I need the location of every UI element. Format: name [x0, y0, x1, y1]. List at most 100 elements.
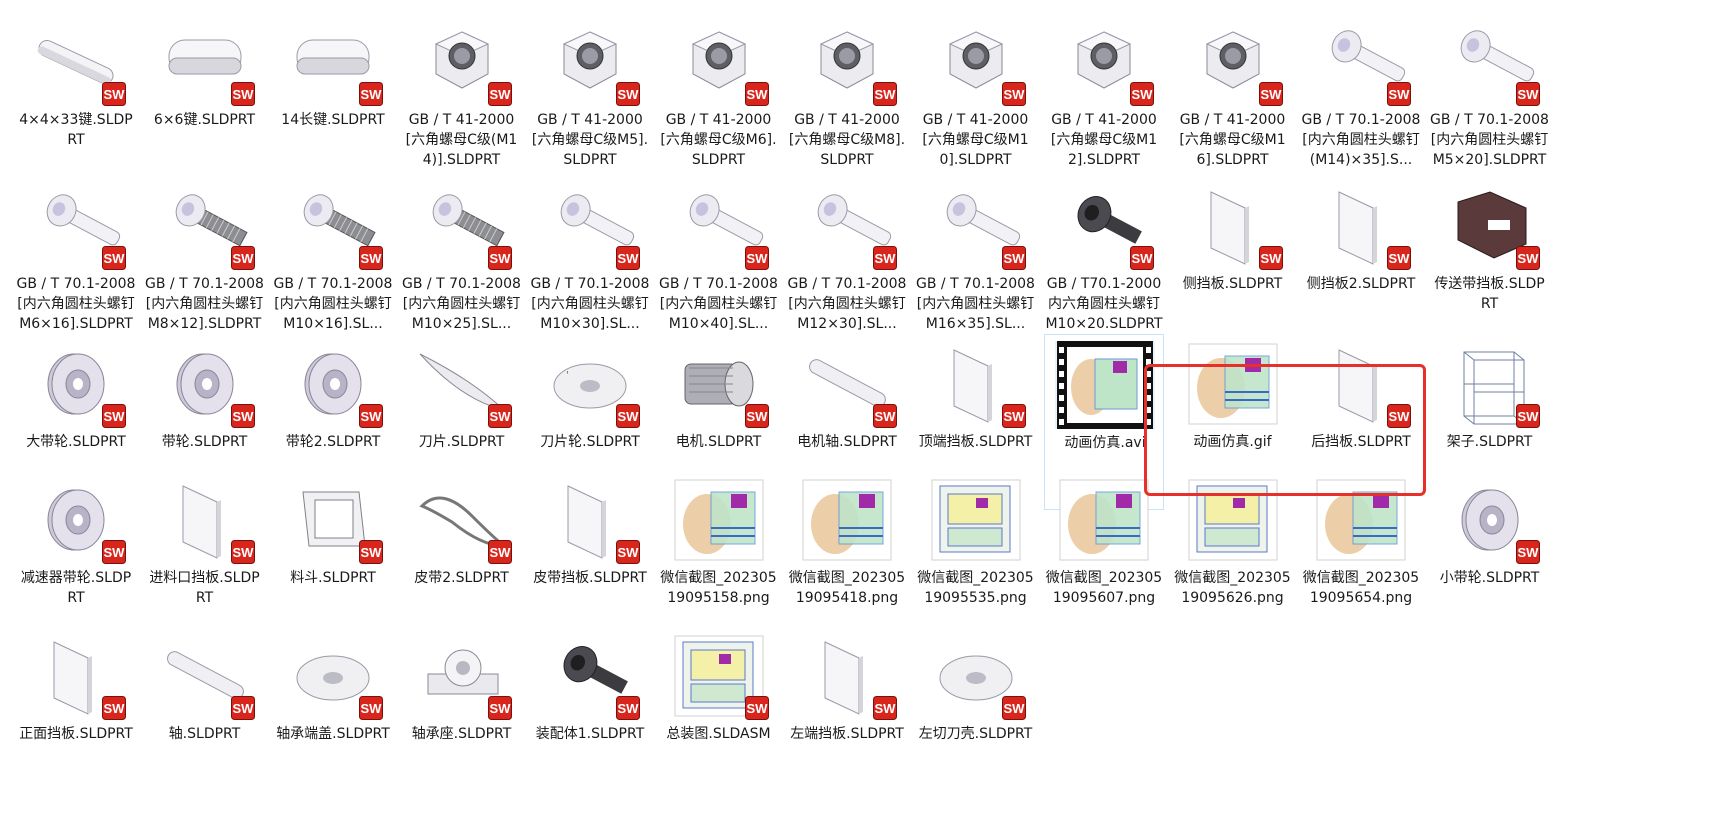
file-item[interactable]: 微信截图_20230519095535.png: [916, 470, 1036, 646]
file-thumbnail: SW: [155, 476, 255, 564]
svg-text:SW: SW: [618, 251, 640, 266]
file-item[interactable]: SW 4×4×33键.SLDPRT: [16, 12, 136, 188]
solidworks-badge-icon: SW: [487, 696, 512, 720]
solidworks-badge-icon: SW: [1001, 246, 1026, 270]
file-item[interactable]: 微信截图_20230519095607.png: [1044, 470, 1164, 646]
file-thumbnail: SW: [1440, 476, 1540, 564]
file-item[interactable]: SW 减速器带轮.SLDPRT: [16, 470, 136, 646]
file-name: GB / T 41-2000[六角螺母C级M12].SLDPRT: [1050, 112, 1158, 168]
file-item[interactable]: 微信截图_20230519095654.png: [1301, 470, 1421, 646]
file-item[interactable]: SW GB / T 70.1-2008[内六角圆柱头螺钉(M14)×35].S.…: [1301, 12, 1421, 188]
file-name: GB / T70.1-2000内六角圆柱头螺钉M10×20.SLDPRT: [1045, 276, 1163, 332]
file-thumbnail: SW: [412, 476, 512, 564]
file-item[interactable]: SW GB / T 70.1-2008[内六角圆柱头螺钉M8×12].SLDPR…: [145, 176, 265, 352]
file-item[interactable]: SW GB / T 41-2000[六角螺母C级(M14)].SLDPRT: [402, 12, 522, 188]
file-thumbnail: SW: [540, 18, 640, 106]
file-thumbnail: SW: [283, 182, 383, 270]
file-item[interactable]: SW 侧挡板2.SLDPRT: [1301, 176, 1421, 352]
file-item[interactable]: SW 侧挡板.SLDPRT: [1173, 176, 1293, 352]
file-name: 动画仿真.avi: [1064, 435, 1146, 451]
file-item[interactable]: SW GB / T 70.1-2008[内六角圆柱头螺钉M10×30].SL..…: [530, 176, 650, 352]
file-item[interactable]: SW 皮带挡板.SLDPRT: [530, 470, 650, 646]
svg-text:SW: SW: [104, 251, 126, 266]
file-thumbnail: SW: [412, 632, 512, 720]
file-thumbnail: SW: [1183, 18, 1283, 106]
file-name: 侧挡板2.SLDPRT: [1306, 276, 1416, 292]
file-thumbnail: [1311, 476, 1411, 564]
file-item[interactable]: SW GB / T 70.1-2008[内六角圆柱头螺钉M6×16].SLDPR…: [16, 176, 136, 352]
file-name: 14长键.SLDPRT: [281, 112, 385, 128]
solidworks-badge-icon: SW: [230, 246, 255, 270]
file-item[interactable]: SW 左切刀壳.SLDPRT: [916, 626, 1036, 802]
file-item[interactable]: SW 传送带挡板.SLDPRT: [1430, 176, 1550, 352]
file-item[interactable]: SW GB / T 70.1-2008[内六角圆柱头螺钉M12×30].SL..…: [787, 176, 907, 352]
file-name: 带轮2.SLDPRT: [285, 434, 381, 450]
file-item[interactable]: SW GB / T 70.1-2008[内六角圆柱头螺钉M16×35].SL..…: [916, 176, 1036, 352]
file-item[interactable]: SW 料斗.SLDPRT: [273, 470, 393, 646]
file-item[interactable]: SW 14长键.SLDPRT: [273, 12, 393, 188]
file-item[interactable]: 微信截图_20230519095158.png: [659, 470, 779, 646]
svg-text:SW: SW: [1132, 251, 1154, 266]
file-thumbnail: SW: [540, 340, 640, 428]
file-item[interactable]: SW 小带轮.SLDPRT: [1430, 470, 1550, 646]
file-item[interactable]: SW GB / T 70.1-2008[内六角圆柱头螺钉M10×40].SL..…: [659, 176, 779, 352]
file-thumbnail: SW: [540, 632, 640, 720]
file-item[interactable]: SW GB / T 41-2000[六角螺母C级M12].SLDPRT: [1044, 12, 1164, 188]
file-item[interactable]: SW GB / T70.1-2000内六角圆柱头螺钉M10×20.SLDPRT: [1044, 176, 1164, 352]
file-thumbnail: SW: [412, 18, 512, 106]
file-item[interactable]: 微信截图_20230519095626.png: [1173, 470, 1293, 646]
file-thumbnail: SW: [540, 182, 640, 270]
file-item[interactable]: SW GB / T 70.1-2008[内六角圆柱头螺钉M10×25].SL..…: [402, 176, 522, 352]
file-item[interactable]: SW GB / T 70.1-2008[内六角圆柱头螺钉M10×16].SL..…: [273, 176, 393, 352]
solidworks-badge-icon: SW: [1001, 82, 1026, 106]
file-thumbnail: SW: [1311, 18, 1411, 106]
file-item[interactable]: SW 轴承座.SLDPRT: [402, 626, 522, 802]
file-item[interactable]: SW 进料口挡板.SLDPRT: [145, 470, 265, 646]
file-item[interactable]: SW GB / T 41-2000[六角螺母C级M8].SLDPRT: [787, 12, 907, 188]
solidworks-badge-icon: SW: [487, 540, 512, 564]
solidworks-badge-icon: SW: [102, 404, 126, 428]
file-name: 左端挡板.SLDPRT: [790, 726, 904, 742]
svg-text:SW: SW: [746, 87, 768, 102]
file-item[interactable]: SW GB / T 70.1-2008[内六角圆柱头螺钉M5×20].SLDPR…: [1430, 12, 1550, 188]
file-item[interactable]: SW 轴.SLDPRT: [145, 626, 265, 802]
file-item[interactable]: 微信截图_20230519095418.png: [787, 470, 907, 646]
solidworks-badge-icon: SW: [1258, 246, 1283, 270]
file-item[interactable]: SW GB / T 41-2000[六角螺母C级M10].SLDPRT: [916, 12, 1036, 188]
file-item[interactable]: SW GB / T 41-2000[六角螺母C级M6].SLDPRT: [659, 12, 779, 188]
solidworks-badge-icon: SW: [616, 82, 640, 106]
solidworks-badge-icon: SW: [359, 540, 383, 564]
file-name: 左切刀壳.SLDPRT: [918, 726, 1033, 742]
file-item[interactable]: SW 装配体1.SLDPRT: [530, 626, 650, 802]
file-item[interactable]: SW 左端挡板.SLDPRT: [787, 626, 907, 802]
svg-text:SW: SW: [1003, 251, 1025, 266]
file-thumbnail: SW: [283, 476, 383, 564]
file-item[interactable]: SW 总装图.SLDASM: [659, 626, 779, 802]
svg-text:SW: SW: [1517, 545, 1539, 560]
file-name: 总装图.SLDASM: [666, 726, 771, 742]
file-thumbnail: SW: [155, 182, 255, 270]
file-item[interactable]: SW GB / T 41-2000[六角螺母C级M5].SLDPRT: [530, 12, 650, 188]
file-item[interactable]: SW 6×6键.SLDPRT: [145, 12, 265, 188]
file-name: 轴.SLDPRT: [168, 726, 241, 742]
file-name: GB / T 41-2000[六角螺母C级M10].SLDPRT: [922, 112, 1029, 168]
file-item[interactable]: SW 皮带2.SLDPRT: [402, 470, 522, 646]
file-name: GB / T 70.1-2008[内六角圆柱头螺钉M10×30].SL...: [530, 276, 650, 332]
file-thumbnail: [669, 476, 769, 564]
file-thumbnail: SW: [1054, 18, 1154, 106]
file-thumbnail: SW: [669, 18, 769, 106]
solidworks-badge-icon: SW: [873, 696, 897, 720]
file-thumbnail: SW: [26, 632, 126, 720]
file-item[interactable]: SW 轴承端盖.SLDPRT: [273, 626, 393, 802]
file-item[interactable]: SW GB / T 41-2000[六角螺母C级M16].SLDPRT: [1173, 12, 1293, 188]
file-name: 刀片轮.SLDPRT: [540, 434, 640, 450]
file-thumbnail: [1054, 476, 1154, 564]
file-name: GB / T 41-2000[六角螺母C级M6].SLDPRT: [660, 112, 777, 168]
file-thumbnail: [1055, 341, 1155, 429]
solidworks-badge-icon: SW: [359, 404, 383, 428]
file-item[interactable]: SW 正面挡板.SLDPRT: [16, 626, 136, 802]
svg-text:SW: SW: [361, 87, 383, 102]
file-name: 带轮.SLDPRT: [161, 434, 248, 450]
solidworks-badge-icon: SW: [102, 82, 126, 106]
file-thumbnail: [797, 476, 897, 564]
